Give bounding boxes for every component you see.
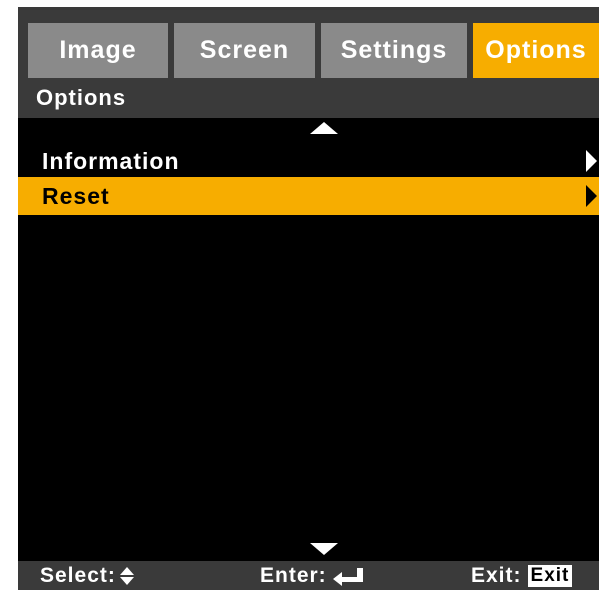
submenu-arrow-icon bbox=[586, 150, 597, 172]
menu-item-information[interactable]: Information bbox=[18, 142, 599, 180]
enter-hint: Enter: bbox=[260, 561, 363, 590]
exit-hint: Exit: Exit bbox=[471, 561, 573, 590]
scroll-up-arrow-icon[interactable] bbox=[310, 122, 338, 134]
enter-hint-label: Enter: bbox=[260, 564, 327, 587]
select-hint: Select: bbox=[40, 561, 134, 590]
menu-content: Information Reset bbox=[18, 118, 599, 561]
tab-screen[interactable]: Screen bbox=[174, 23, 315, 78]
tab-image[interactable]: Image bbox=[28, 23, 168, 78]
exit-key-badge[interactable]: Exit bbox=[527, 564, 573, 587]
enter-key-icon bbox=[332, 566, 363, 586]
select-hint-label: Select: bbox=[40, 564, 116, 587]
menu-item-label: Information bbox=[42, 148, 180, 174]
exit-hint-label: Exit: bbox=[471, 564, 522, 587]
tab-screen-label: Screen bbox=[199, 36, 290, 64]
tab-image-label: Image bbox=[59, 36, 137, 64]
submenu-arrow-icon bbox=[586, 185, 597, 207]
tab-options-label: Options bbox=[485, 36, 587, 64]
tab-bar: Image Screen Settings Options bbox=[18, 7, 599, 78]
menu-item-label: Reset bbox=[42, 183, 110, 209]
tab-options[interactable]: Options bbox=[473, 23, 599, 78]
tab-settings[interactable]: Settings bbox=[321, 23, 467, 78]
scroll-down-arrow-icon[interactable] bbox=[310, 543, 338, 555]
osd-menu: Image Screen Settings Options Options In… bbox=[18, 7, 599, 590]
section-title: Options bbox=[18, 78, 599, 118]
menu-item-reset[interactable]: Reset bbox=[18, 177, 599, 215]
tab-settings-label: Settings bbox=[340, 36, 448, 64]
footer-hints: Select: Enter: Exit: Exit bbox=[18, 561, 599, 590]
updown-arrows-icon bbox=[119, 566, 134, 586]
